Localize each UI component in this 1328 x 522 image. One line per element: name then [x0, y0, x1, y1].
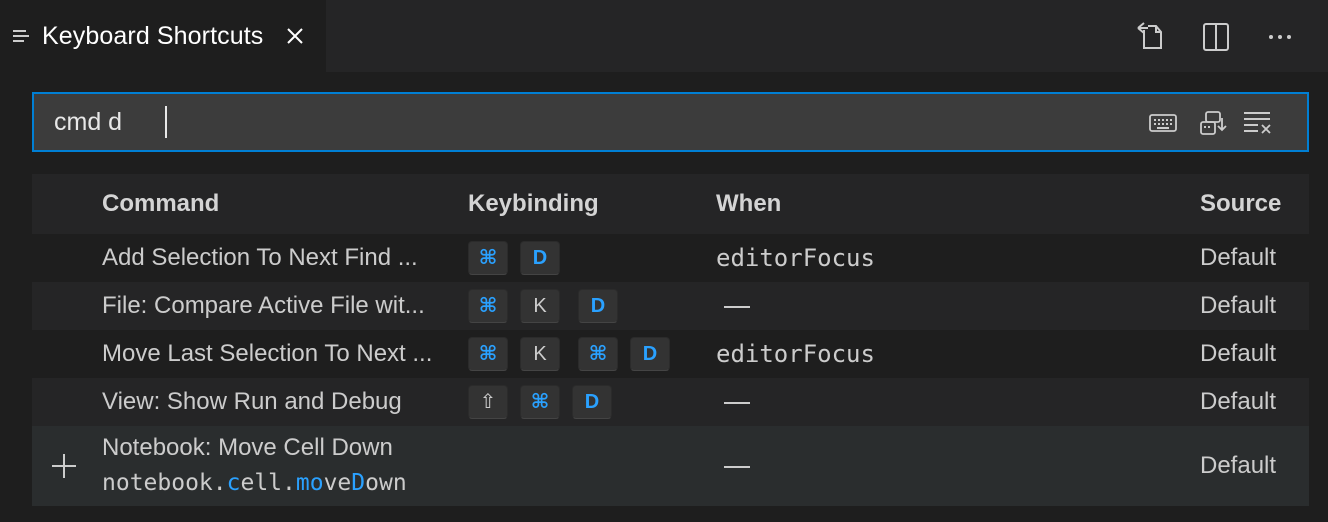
key-cap: ⌘ [468, 289, 508, 323]
table-row[interactable]: Add Selection To Next Find ... ⌘ D edito… [32, 234, 1309, 282]
keybindings-table: Command Keybinding When Source Add Selec… [32, 174, 1309, 506]
search-input[interactable]: cmd d [32, 92, 1309, 152]
when-empty-dash: — [724, 466, 750, 468]
close-icon[interactable] [286, 27, 304, 45]
key-cap: ⌘ [578, 337, 618, 371]
text-caret [165, 106, 167, 138]
when-empty-dash: — [724, 306, 750, 308]
command-cell: View: Show Run and Debug [102, 388, 402, 415]
table-row[interactable]: Move Last Selection To Next ... ⌘ K ⌘ D … [32, 330, 1309, 378]
when-empty-dash: — [724, 402, 750, 404]
table-header: Command Keybinding When Source [32, 174, 1309, 234]
tab-title: Keyboard Shortcuts [42, 22, 264, 50]
key-cap: ⌘ [468, 337, 508, 371]
header-command[interactable]: Command [102, 190, 219, 218]
source-cell: Default [1200, 452, 1277, 479]
key-cap: D [578, 289, 618, 323]
command-cell: Move Last Selection To Next ... [102, 340, 433, 367]
more-actions-icon[interactable] [1264, 20, 1296, 54]
open-json-icon[interactable] [1135, 20, 1167, 54]
header-keybinding[interactable]: Keybinding [468, 190, 599, 218]
command-id: notebook.cell.moveDown [102, 470, 407, 496]
key-cap: ⌘ [468, 241, 508, 275]
table-row-selected[interactable]: Notebook: Move Cell Down notebook.cell.m… [32, 426, 1309, 506]
sort-by-precedence-icon[interactable] [1198, 108, 1228, 138]
tab-bar: Keyboard Shortcuts [0, 0, 1328, 72]
source-cell: Default [1200, 292, 1277, 319]
source-cell: Default [1200, 340, 1277, 367]
tab-keyboard-shortcuts[interactable]: Keyboard Shortcuts [0, 0, 326, 72]
split-editor-icon[interactable] [1200, 20, 1232, 54]
command-cell: Add Selection To Next Find ... [102, 244, 418, 271]
key-cap: D [520, 241, 560, 275]
key-cap: D [572, 385, 612, 419]
key-cap: ⌘ [520, 385, 560, 419]
source-cell: Default [1200, 388, 1277, 415]
header-when[interactable]: When [716, 190, 781, 218]
command-cell: File: Compare Active File wit... [102, 292, 425, 319]
key-cap: K [520, 289, 560, 323]
source-cell: Default [1200, 244, 1277, 271]
key-cap: ⇧ [468, 385, 508, 419]
keyboard-icon[interactable] [1148, 108, 1178, 138]
search-value[interactable]: cmd d [54, 108, 122, 137]
list-icon [13, 29, 31, 45]
when-cell: editorFocus [716, 244, 875, 272]
command-title: Notebook: Move Cell Down [102, 434, 393, 461]
key-cap: K [520, 337, 560, 371]
add-keybinding-icon[interactable] [50, 452, 78, 480]
when-cell: editorFocus [716, 340, 875, 368]
table-row[interactable]: View: Show Run and Debug ⇧ ⌘ D — Default [32, 378, 1309, 426]
header-source[interactable]: Source [1200, 190, 1281, 218]
clear-input-icon[interactable] [1242, 108, 1272, 138]
table-row[interactable]: File: Compare Active File wit... ⌘ K D —… [32, 282, 1309, 330]
key-cap: D [630, 337, 670, 371]
